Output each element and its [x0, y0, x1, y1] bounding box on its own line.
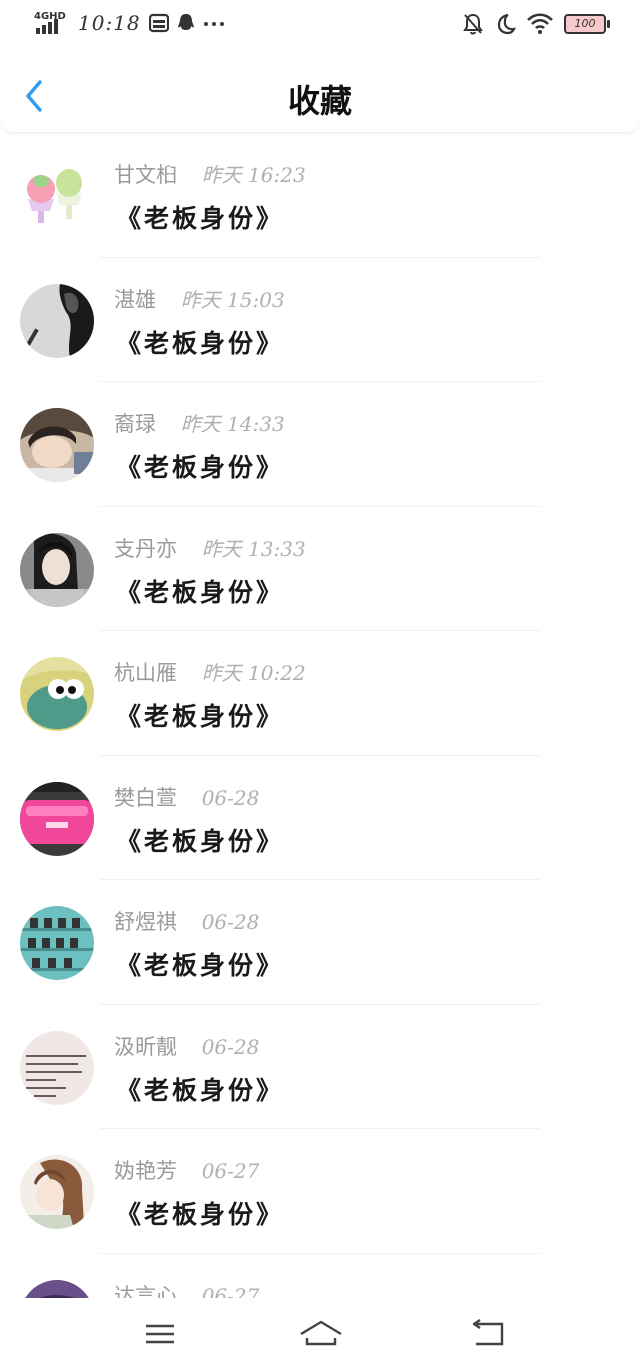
author-name: 达言心	[114, 1283, 177, 1299]
avatar	[20, 159, 94, 233]
author-name: 妫艳芳	[114, 1159, 177, 1183]
item-time: 昨天 15:03	[180, 287, 285, 312]
author-name: 樊白萱	[114, 785, 177, 810]
item-title: 《老板身份》	[116, 826, 285, 856]
item-time: 昨天 16:23	[201, 163, 306, 187]
avatar	[20, 781, 94, 856]
page-title: 收藏	[287, 82, 352, 120]
list-item[interactable]: 舒煜祺 06-28 《老板身份》	[0, 880, 640, 1005]
status-right: 100	[462, 12, 610, 36]
author-name: 裔琭	[114, 412, 156, 436]
item-meta: 湛雄 昨天 15:03	[114, 284, 285, 314]
item-meta: 支丹亦 昨天 13:33	[114, 533, 306, 563]
item-meta: 妫艳芳 06-27	[114, 1155, 259, 1185]
list-item[interactable]: 达言心 06-27	[0, 1254, 640, 1299]
qq-icon	[177, 14, 194, 30]
author-name: 汲昕靓	[114, 1034, 177, 1059]
home-button[interactable]	[298, 1316, 344, 1352]
list-item[interactable]: 樊白萱 06-28 《老板身份》	[0, 756, 640, 880]
item-title: 《老板身份》	[116, 951, 285, 980]
item-title: 《老板身份》	[116, 204, 285, 233]
avatar	[20, 408, 94, 482]
item-time: 昨天 10:22	[201, 661, 306, 685]
status-left: 4GHD 10:18	[34, 10, 225, 36]
item-meta: 达言心 06-27	[114, 1280, 259, 1299]
item-title: 《老板身份》	[116, 328, 285, 358]
item-time: 昨天 14:33	[180, 412, 285, 436]
header-bar: 收藏	[0, 50, 640, 133]
system-nav-bar	[0, 1298, 640, 1372]
home-icon	[300, 1320, 342, 1346]
item-title: 《老板身份》	[116, 453, 285, 482]
mute-bell-icon	[463, 13, 483, 35]
item-time: 06-28	[201, 785, 260, 810]
list-item[interactable]: 支丹亦 昨天 13:33 《老板身份》	[0, 507, 640, 631]
avatar	[20, 657, 94, 731]
item-meta: 裔琭 昨天 14:33	[114, 408, 285, 438]
list-item[interactable]: 汲昕靓 06-28 《老板身份》	[0, 1005, 640, 1129]
item-title: 《老板身份》	[116, 702, 285, 731]
return-icon	[472, 1319, 504, 1346]
list-item[interactable]: 湛雄 昨天 15:03 《老板身份》	[0, 258, 640, 382]
item-meta: 樊白萱 06-28	[114, 782, 259, 812]
avatar	[20, 532, 94, 607]
avatar	[20, 1279, 94, 1298]
status-bar: 4GHD 10:18 100	[0, 0, 640, 50]
item-meta: 汲昕靓 06-28	[114, 1031, 259, 1061]
author-name: 支丹亦	[114, 536, 177, 561]
cellular-signal-icon: 4GHD	[34, 10, 66, 36]
more-dots-icon	[203, 22, 224, 26]
list-item[interactable]: 裔琭 昨天 14:33 《老板身份》	[0, 382, 640, 507]
back-nav-button[interactable]	[468, 1316, 508, 1352]
menu-button[interactable]	[140, 1316, 180, 1352]
avatar	[20, 283, 94, 358]
item-title: 《老板身份》	[116, 1200, 285, 1229]
network-type: 4GHD	[34, 11, 66, 22]
item-time: 06-28	[201, 910, 260, 934]
avatar	[20, 1155, 94, 1229]
author-name: 甘文桕	[114, 163, 177, 187]
author-name: 舒煜祺	[114, 910, 177, 934]
author-name: 湛雄	[114, 287, 156, 312]
battery-indicator: 100	[564, 14, 610, 34]
item-meta: 杭山雁 昨天 10:22	[114, 657, 306, 687]
list-item[interactable]: 妫艳芳 06-27 《老板身份》	[0, 1129, 640, 1254]
card-icon	[148, 13, 169, 33]
moon-icon	[497, 13, 516, 35]
author-name: 杭山雁	[114, 661, 177, 685]
item-time: 06-27	[201, 1283, 260, 1299]
item-meta: 甘文桕 昨天 16:23	[114, 159, 306, 189]
item-time: 06-28	[201, 1034, 260, 1059]
menu-icon	[146, 1324, 174, 1344]
list-item[interactable]: 甘文桕 昨天 16:23 《老板身份》	[0, 133, 640, 258]
favorites-list: 甘文桕 昨天 16:23 《老板身份》 湛雄 昨天 15:03 《老板身份》 裔…	[0, 133, 640, 1298]
avatar	[20, 1030, 94, 1105]
avatar	[20, 906, 94, 980]
item-time: 06-27	[201, 1159, 260, 1183]
item-title: 《老板身份》	[116, 577, 285, 607]
status-time: 10:18	[78, 11, 141, 35]
wifi-icon	[527, 13, 553, 34]
item-meta: 舒煜祺 06-28	[114, 906, 259, 936]
item-time: 昨天 13:33	[201, 536, 306, 561]
item-title: 《老板身份》	[116, 1075, 285, 1105]
list-item[interactable]: 杭山雁 昨天 10:22 《老板身份》	[0, 631, 640, 756]
